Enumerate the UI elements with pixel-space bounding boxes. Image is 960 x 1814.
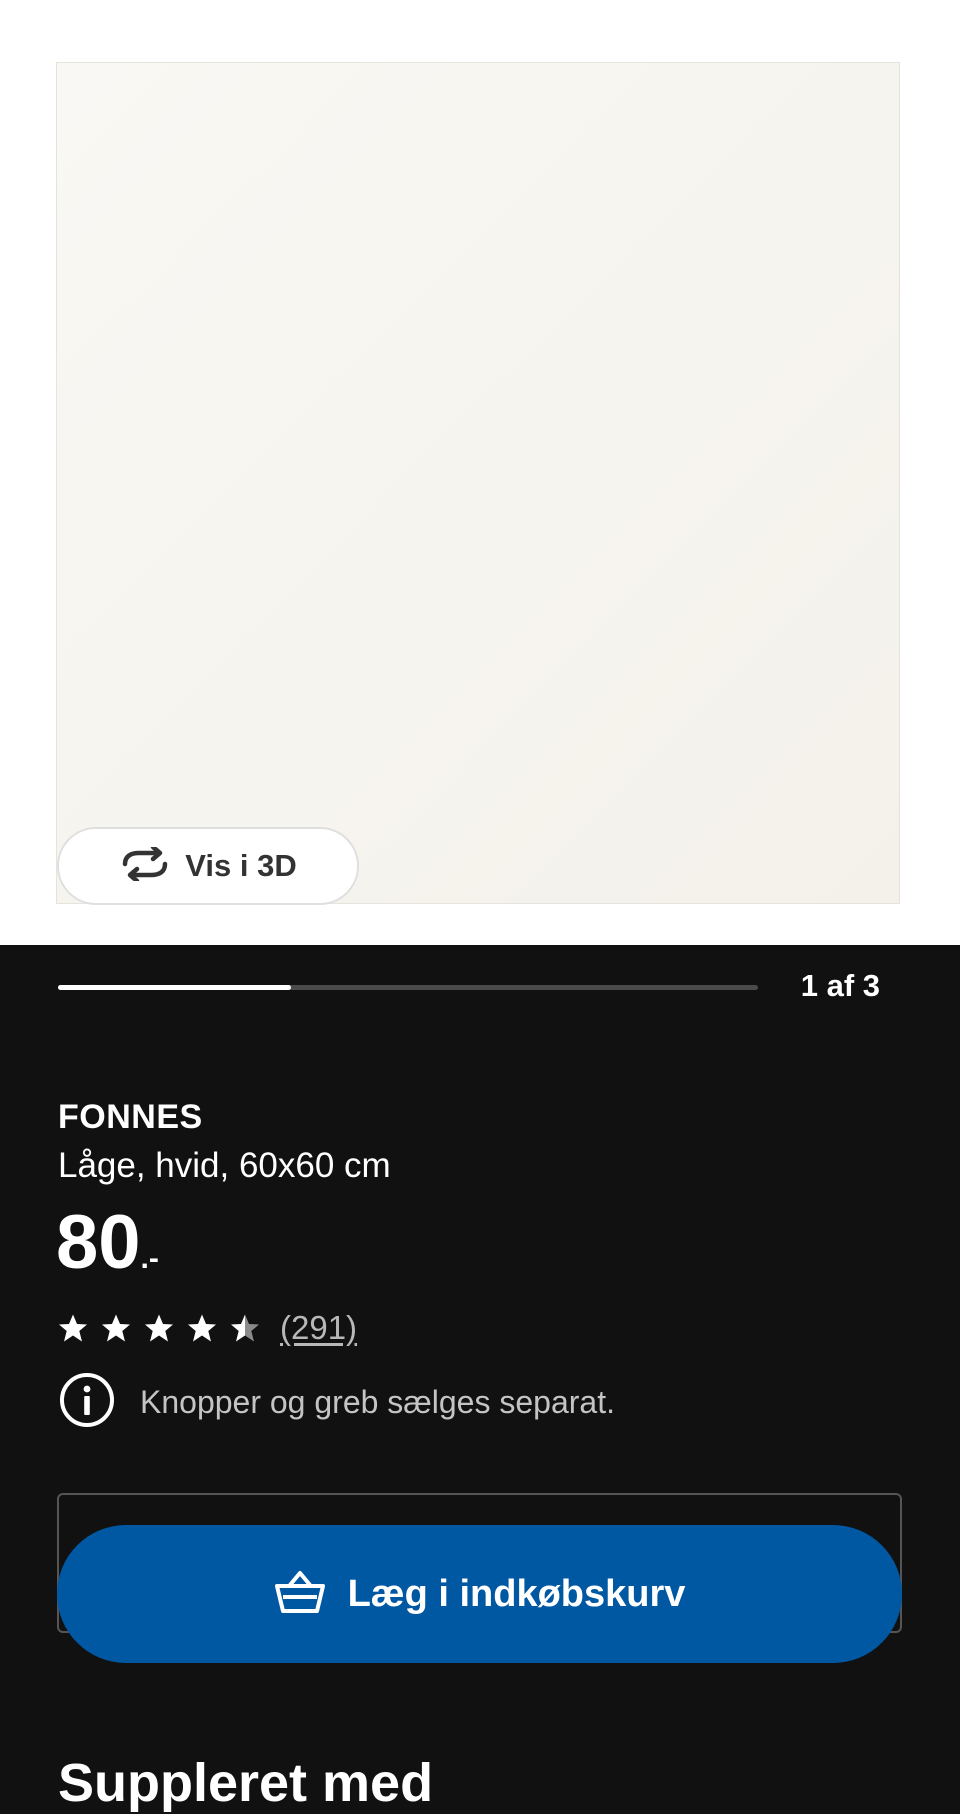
product-rating[interactable]: (291) <box>58 1308 357 1348</box>
view-in-3d-label: Vis i 3D <box>185 848 297 883</box>
price-suffix: .- <box>140 1242 159 1275</box>
star-icon <box>102 1314 130 1342</box>
complemented-with-heading: Suppleret med <box>58 1753 434 1813</box>
star-icon <box>145 1314 173 1342</box>
gallery-page-counter: 1 af 3 <box>800 968 880 1003</box>
notice-text: Knopper og greb sælges separat. <box>140 1383 615 1420</box>
product-description: Låge, hvid, 60x60 cm <box>58 1146 391 1185</box>
rating-stars <box>58 1313 260 1343</box>
star-icon <box>59 1314 87 1342</box>
shopping-basket-icon <box>274 1569 326 1620</box>
separate-handles-notice: Knopper og greb sælges separat. <box>58 1372 615 1432</box>
product-gallery: Vis i 3D <box>0 0 960 945</box>
gallery-progress-bar <box>58 985 758 990</box>
gallery-progress-fill <box>58 985 292 990</box>
add-to-cart-button[interactable]: Læg i indkøbskurv <box>57 1525 902 1663</box>
product-price: 80 .- <box>56 1198 159 1288</box>
add-to-cart-label: Læg i indkøbskurv <box>347 1572 686 1615</box>
star-icon <box>231 1314 259 1342</box>
review-count-link[interactable]: (291) <box>280 1309 357 1347</box>
star-icon <box>188 1314 216 1342</box>
info-circle-icon <box>58 1371 116 1434</box>
view-in-3d-button[interactable]: Vis i 3D <box>57 827 359 905</box>
rotate-3d-icon <box>119 844 171 886</box>
product-name: FONNES <box>58 1098 203 1136</box>
product-image[interactable] <box>56 62 900 904</box>
price-integer: 80 <box>56 1200 141 1285</box>
